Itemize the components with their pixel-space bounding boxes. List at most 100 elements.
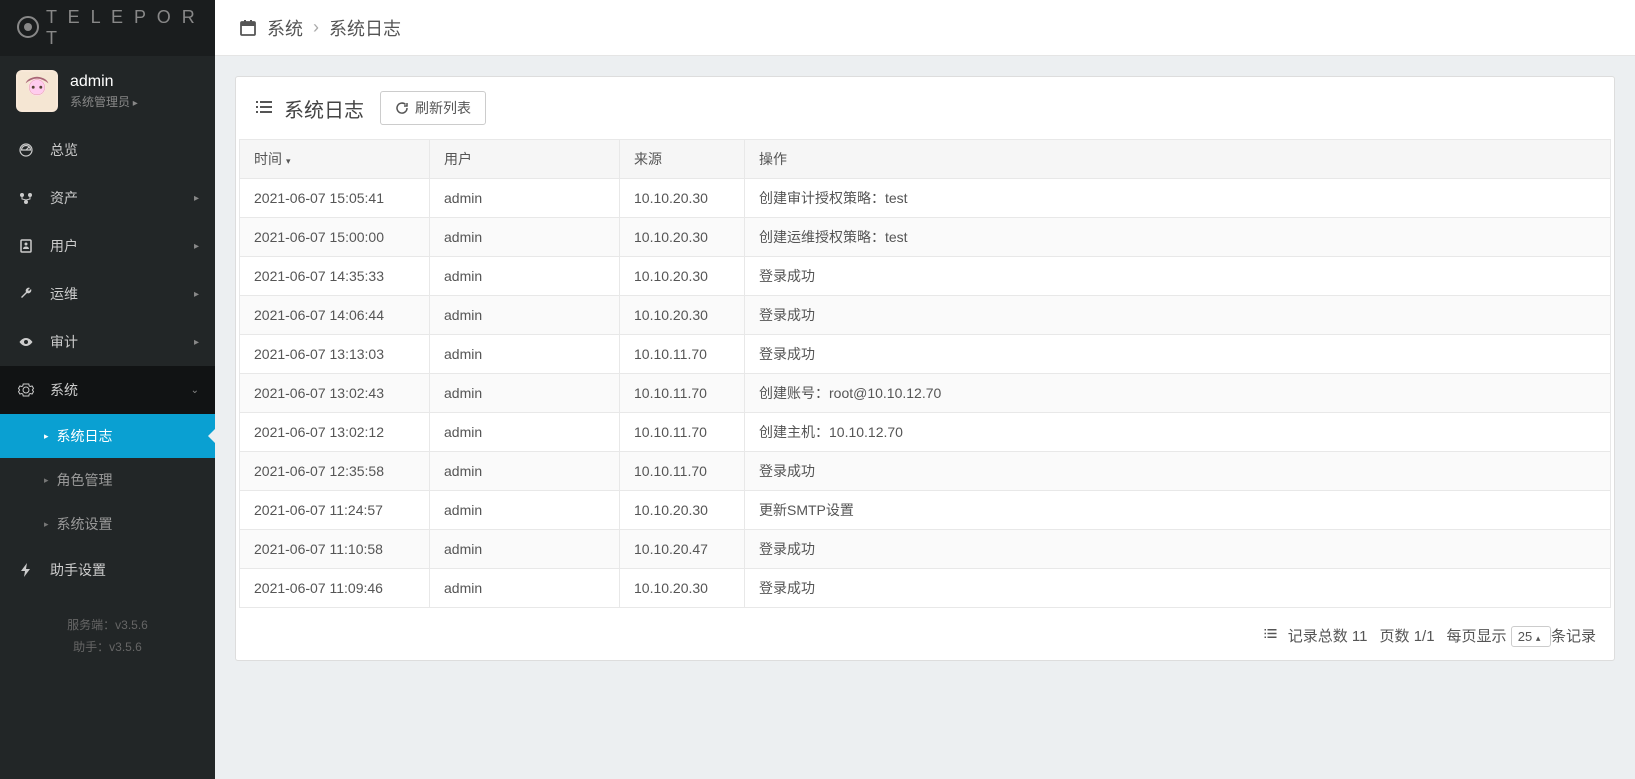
- refresh-button[interactable]: 刷新列表: [380, 91, 486, 125]
- cell-source: 10.10.11.70: [620, 413, 745, 452]
- cell-action: 登录成功: [745, 257, 1611, 296]
- breadcrumb-current: 系统日志: [329, 15, 401, 41]
- page-label: 页数: [1380, 628, 1410, 645]
- col-action[interactable]: 操作: [745, 140, 1611, 179]
- cell-action: 登录成功: [745, 296, 1611, 335]
- sidebar-subitem-settings[interactable]: ▸ 系统设置: [0, 502, 215, 546]
- user-box[interactable]: admin 系统管理员: [0, 56, 215, 126]
- cell-time: 2021-06-07 11:10:58: [240, 530, 430, 569]
- cell-time: 2021-06-07 14:06:44: [240, 296, 430, 335]
- cell-user: admin: [430, 296, 620, 335]
- chevron-right-icon: ▸: [194, 337, 199, 348]
- total-block: 记录总数 11: [1263, 625, 1368, 646]
- nav: 总览 资产 ▸ 用户 ▸ 运维 ▸ 审计 ▸: [0, 126, 215, 594]
- user-role: 系统管理员: [70, 93, 138, 110]
- sidebar-item-audit[interactable]: 审计 ▸: [0, 318, 215, 366]
- cell-source: 10.10.20.30: [620, 257, 745, 296]
- sidebar-subitem-syslog[interactable]: ▸ 系统日志: [0, 414, 215, 458]
- table-row: 2021-06-07 14:35:33admin10.10.20.30登录成功: [240, 257, 1611, 296]
- sidebar-subitem-roles[interactable]: ▸ 角色管理: [0, 458, 215, 502]
- total-label: 记录总数: [1288, 628, 1348, 645]
- table-row: 2021-06-07 12:35:58admin10.10.11.70登录成功: [240, 452, 1611, 491]
- cell-user: admin: [430, 335, 620, 374]
- sidebar-item-label: 角色管理: [57, 470, 113, 490]
- cell-source: 10.10.20.30: [620, 491, 745, 530]
- sidebar-item-label: 助手设置: [50, 560, 106, 580]
- cell-action: 登录成功: [745, 335, 1611, 374]
- perpage-suffix: 条记录: [1551, 628, 1596, 645]
- col-user[interactable]: 用户: [430, 140, 620, 179]
- assist-version-label: 助手：: [73, 640, 109, 654]
- cell-user: admin: [430, 452, 620, 491]
- list-icon: [1263, 628, 1278, 645]
- sidebar-item-label: 系统: [50, 380, 78, 400]
- page-value: 1/1: [1414, 628, 1435, 645]
- sidebar-item-assets[interactable]: 资产 ▸: [0, 174, 215, 222]
- cell-action: 创建运维授权策略：test: [745, 218, 1611, 257]
- chevron-down-icon: ⌄: [191, 385, 199, 396]
- cell-time: 2021-06-07 15:00:00: [240, 218, 430, 257]
- sidebar: T E L E P O R T admin 系统管理员 总览 资产 ▸: [0, 0, 215, 779]
- cell-action: 创建审计授权策略：test: [745, 179, 1611, 218]
- sidebar-item-label: 系统日志: [57, 426, 113, 446]
- cell-user: admin: [430, 179, 620, 218]
- wrench-icon: [16, 286, 36, 302]
- cell-time: 2021-06-07 12:35:58: [240, 452, 430, 491]
- server-version-value: v3.5.6: [115, 618, 148, 632]
- bullet-icon: ▸: [44, 475, 49, 486]
- table-row: 2021-06-07 13:02:43admin10.10.11.70创建账号：…: [240, 374, 1611, 413]
- perpage-value: 25: [1518, 629, 1532, 644]
- user-name: admin: [70, 73, 138, 91]
- cell-action: 登录成功: [745, 452, 1611, 491]
- logo-bar: T E L E P O R T: [0, 0, 215, 56]
- cell-time: 2021-06-07 13:13:03: [240, 335, 430, 374]
- cell-source: 10.10.11.70: [620, 335, 745, 374]
- breadcrumb-root[interactable]: 系统: [267, 15, 303, 41]
- perpage-block: 每页显示 25 ▴ 条记录: [1447, 625, 1596, 646]
- panel-foot: 记录总数 11 页数 1/1 每页显示 25 ▴ 条记录: [236, 611, 1614, 660]
- bullet-icon: ▸: [44, 431, 49, 442]
- bullet-icon: ▸: [44, 519, 49, 530]
- cell-user: admin: [430, 491, 620, 530]
- table-row: 2021-06-07 11:10:58admin10.10.20.47登录成功: [240, 530, 1611, 569]
- col-source[interactable]: 来源: [620, 140, 745, 179]
- cell-time: 2021-06-07 15:05:41: [240, 179, 430, 218]
- sidebar-item-label: 资产: [50, 188, 78, 208]
- sidebar-item-label: 系统设置: [57, 514, 113, 534]
- cell-user: admin: [430, 530, 620, 569]
- sidebar-item-label: 用户: [50, 236, 78, 256]
- table-row: 2021-06-07 11:24:57admin10.10.20.30更新SMT…: [240, 491, 1611, 530]
- cell-source: 10.10.20.30: [620, 296, 745, 335]
- cell-source: 10.10.11.70: [620, 374, 745, 413]
- sidebar-item-assist[interactable]: 助手设置: [0, 546, 215, 594]
- total-value: 11: [1352, 628, 1368, 645]
- cell-source: 10.10.20.30: [620, 569, 745, 608]
- chevron-right-icon: ›: [313, 17, 319, 38]
- dashboard-icon: [16, 142, 36, 158]
- table-row: 2021-06-07 13:02:12admin10.10.11.70创建主机：…: [240, 413, 1611, 452]
- cell-time: 2021-06-07 11:24:57: [240, 491, 430, 530]
- caret-up-icon: ▴: [1536, 633, 1541, 643]
- cell-user: admin: [430, 569, 620, 608]
- panel: 系统日志 刷新列表 时间▾ 用户 来源 操作: [235, 76, 1615, 661]
- sidebar-item-label: 审计: [50, 332, 78, 352]
- col-time[interactable]: 时间▾: [240, 140, 430, 179]
- assist-version-value: v3.5.6: [109, 640, 142, 654]
- cell-source: 10.10.20.30: [620, 218, 745, 257]
- cell-action: 登录成功: [745, 530, 1611, 569]
- breadcrumb: 系统 › 系统日志: [215, 0, 1635, 56]
- sidebar-item-users[interactable]: 用户 ▸: [0, 222, 215, 270]
- sidebar-item-ops[interactable]: 运维 ▸: [0, 270, 215, 318]
- cell-action: 创建主机：10.10.12.70: [745, 413, 1611, 452]
- cell-source: 10.10.20.47: [620, 530, 745, 569]
- sidebar-item-overview[interactable]: 总览: [0, 126, 215, 174]
- table-row: 2021-06-07 13:13:03admin10.10.11.70登录成功: [240, 335, 1611, 374]
- cell-time: 2021-06-07 11:09:46: [240, 569, 430, 608]
- main: 系统 › 系统日志 系统日志 刷新列表 时间▾: [215, 0, 1635, 779]
- sidebar-item-system[interactable]: 系统 ⌄: [0, 366, 215, 414]
- page-block: 页数 1/1: [1380, 625, 1435, 646]
- panel-title: 系统日志: [284, 94, 364, 123]
- cell-time: 2021-06-07 13:02:43: [240, 374, 430, 413]
- perpage-select[interactable]: 25 ▴: [1511, 626, 1551, 647]
- chevron-right-icon: ▸: [194, 289, 199, 300]
